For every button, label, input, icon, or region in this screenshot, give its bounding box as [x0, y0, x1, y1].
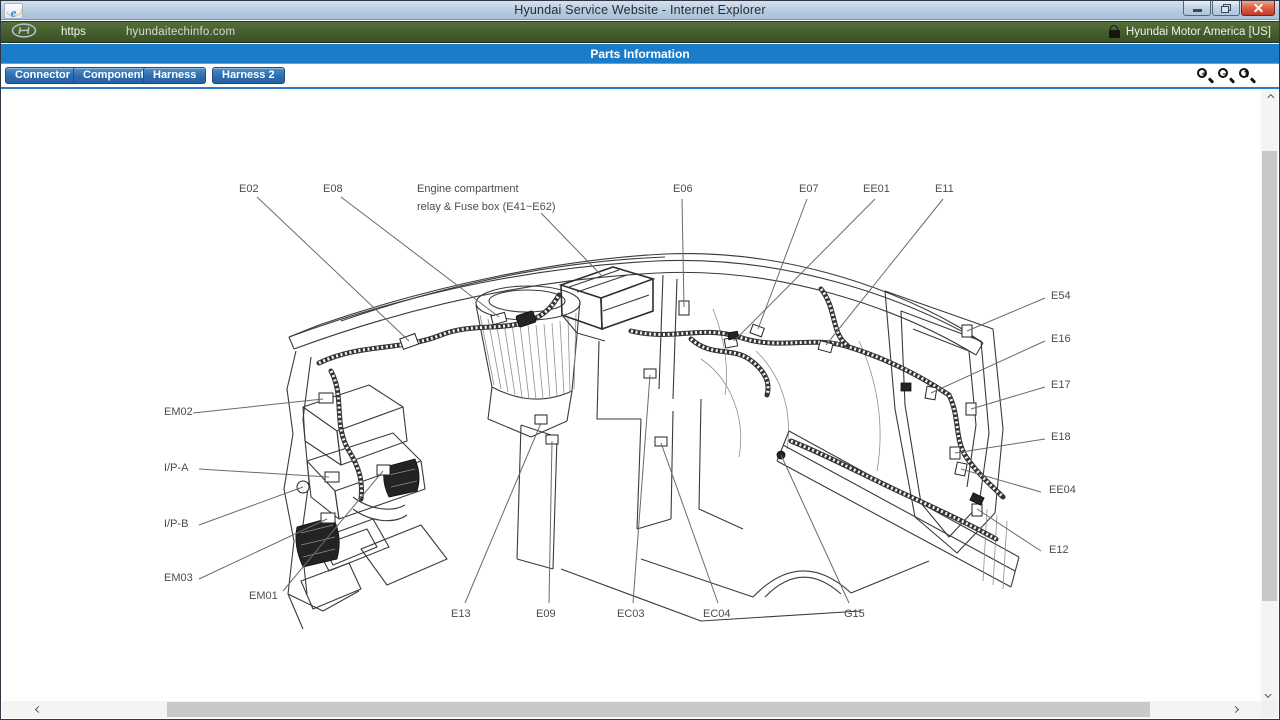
diagram-label-ec03: EC03	[617, 608, 645, 620]
zoom-out-icon[interactable]: −	[1217, 67, 1234, 84]
diagram-label-ee04: EE04	[1049, 484, 1076, 496]
restore-icon	[1221, 4, 1231, 13]
diagram-label-e18: E18	[1051, 431, 1071, 443]
browser-window: e Hyundai Service Website - Internet Exp…	[0, 0, 1280, 720]
chevron-up-icon	[1267, 94, 1274, 101]
tab-harness-2[interactable]: Harness 2	[212, 67, 285, 84]
horizontal-scroll-thumb[interactable]	[167, 702, 1150, 717]
minimize-icon	[1193, 9, 1202, 12]
diagram-label-e17: E17	[1051, 379, 1071, 391]
page-title: Parts Information	[1, 44, 1279, 64]
tab-connector[interactable]: Connector	[5, 67, 80, 84]
diagram-label-ip-a: I/P-A	[164, 462, 188, 474]
minimize-button[interactable]	[1183, 1, 1211, 16]
diagram-label-ec04: EC04	[703, 608, 731, 620]
diagram-label-fusebox-2: relay & Fuse box (E41~E62)	[417, 201, 556, 213]
url-text[interactable]: hyundaitechinfo.com	[126, 26, 235, 38]
zoom-tools: + − 1	[1196, 67, 1255, 84]
chevron-down-icon	[1265, 691, 1272, 698]
vertical-scroll-thumb[interactable]	[1262, 151, 1277, 601]
vertical-scrollbar[interactable]	[1261, 89, 1278, 703]
diagram-label-e16: E16	[1051, 333, 1071, 345]
diagram-label-e07: E07	[799, 183, 819, 195]
chevron-right-icon	[1232, 706, 1239, 713]
zoom-actual-size-icon[interactable]: 1	[1238, 67, 1255, 84]
zoom-in-icon[interactable]: +	[1196, 67, 1213, 84]
horizontal-scrollbar[interactable]	[2, 701, 1262, 718]
toolbar: Connector Component Harness Harness 2 + …	[1, 64, 1279, 87]
security-identity[interactable]: Hyundai Motor America [US]	[1109, 26, 1279, 38]
diagram-label-ip-b: I/P-B	[164, 518, 188, 530]
diagram-label-e11: E11	[935, 183, 954, 195]
address-bar[interactable]: https hyundaitechinfo.com Hyundai Motor …	[1, 21, 1279, 43]
identity-label: Hyundai Motor America [US]	[1126, 26, 1271, 38]
diagram-label-fusebox-1: Engine compartment	[417, 183, 519, 195]
diagram-label-em03: EM03	[164, 572, 193, 584]
diagram-label-e02: E02	[239, 183, 259, 195]
diagram-label-e09: E09	[536, 608, 556, 620]
protocol-label: https	[61, 26, 86, 38]
lock-icon	[1109, 30, 1120, 38]
diagram-label-e06: E06	[673, 183, 693, 195]
diagram-label-em01: EM01	[249, 590, 278, 602]
scroll-right-button[interactable]	[1227, 701, 1244, 718]
tab-harness[interactable]: Harness	[143, 67, 206, 84]
restore-button[interactable]	[1212, 1, 1240, 16]
window-title: Hyundai Service Website - Internet Explo…	[1, 3, 1279, 17]
scrollbar-corner	[1261, 701, 1278, 718]
diagram-label-e54: E54	[1051, 290, 1071, 302]
scroll-left-button[interactable]	[30, 701, 47, 718]
diagram-label-em02: EM02	[164, 406, 193, 418]
title-bar: e Hyundai Service Website - Internet Exp…	[1, 1, 1279, 20]
diagram-label-ee01: EE01	[863, 183, 890, 195]
diagram-label-e12: E12	[1049, 544, 1069, 556]
hyundai-logo-icon	[11, 23, 37, 41]
diagram-label-e08: E08	[323, 183, 343, 195]
diagram-canvas: E02 E08 Engine compartment relay & Fuse …	[1, 89, 1262, 703]
diagram-label-g15: G15	[844, 608, 865, 620]
chevron-left-icon	[35, 706, 42, 713]
diagram-label-e13: E13	[451, 608, 471, 620]
close-button[interactable]	[1241, 1, 1275, 16]
tab-component[interactable]: Component	[73, 67, 154, 84]
scroll-up-button[interactable]	[1261, 89, 1278, 106]
close-icon	[1253, 3, 1264, 14]
